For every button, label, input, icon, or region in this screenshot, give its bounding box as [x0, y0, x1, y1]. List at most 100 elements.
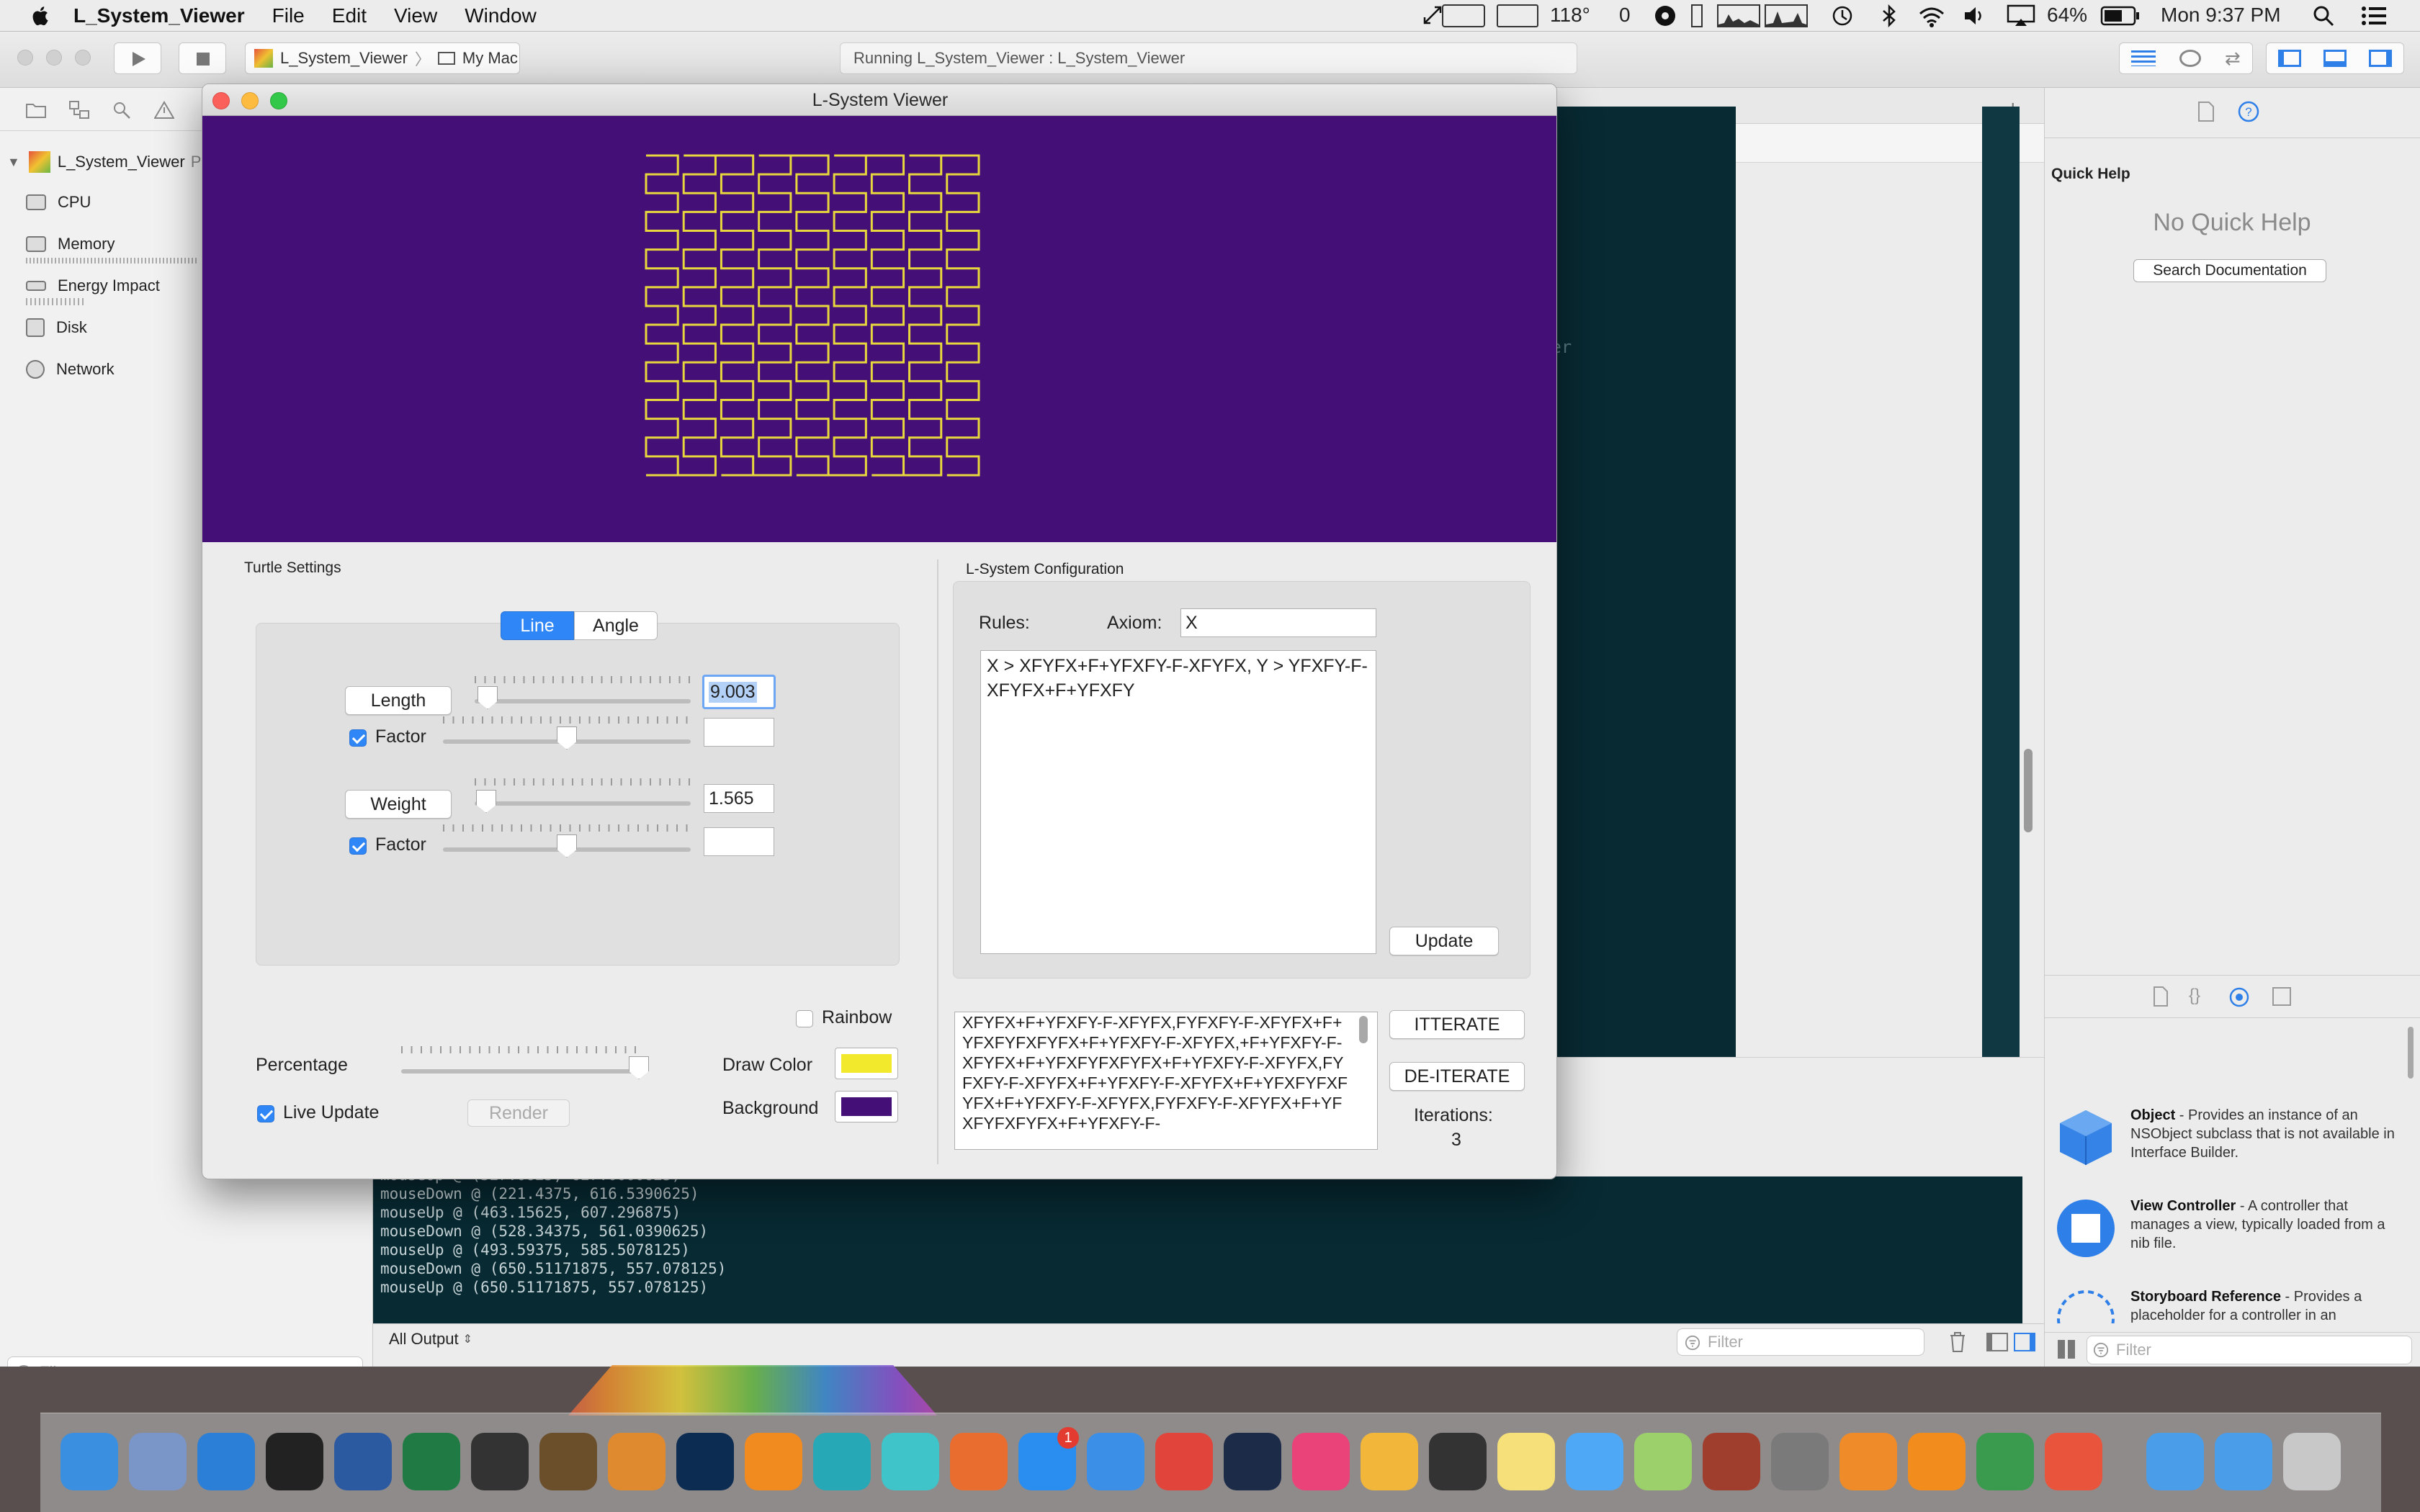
axiom-field[interactable]: X [1180, 608, 1376, 637]
cpu-graph-icon[interactable] [1717, 4, 1760, 27]
standard-editor-icon[interactable] [2131, 50, 2156, 66]
dock-icon-preview[interactable] [129, 1433, 187, 1490]
library-filter-field[interactable]: Filter [2087, 1336, 2412, 1364]
gauge-disk[interactable]: Disk [26, 317, 87, 338]
wifi-icon[interactable] [1917, 6, 1946, 27]
dock-icon-unity[interactable] [471, 1433, 529, 1490]
library-item-view-controller[interactable]: View Controller - A controller that mana… [2051, 1192, 2404, 1282]
grid-view-icon[interactable] [2058, 1340, 2076, 1359]
weight-factor-checkbox[interactable] [349, 837, 367, 855]
stop-button[interactable] [179, 42, 226, 74]
dock-icon-safari[interactable] [1087, 1433, 1144, 1490]
deiterate-button[interactable]: DE-ITERATE [1389, 1062, 1525, 1091]
symbol-icon[interactable] [69, 101, 89, 120]
dock-icon-xcode[interactable] [197, 1433, 255, 1490]
file-template-icon[interactable] [2153, 986, 2169, 1007]
dock-icon-preferences[interactable] [1771, 1433, 1829, 1490]
render-button[interactable]: Render [467, 1099, 570, 1127]
time-machine-icon[interactable] [1831, 4, 1854, 27]
menu-view[interactable]: View [394, 4, 437, 27]
panel-toggle-control[interactable] [2266, 42, 2404, 74]
rules-text-area[interactable]: X > XFYFX+F+YFXFY-F-XFYFX, Y > YFXFY-F-X… [980, 650, 1376, 954]
console-view-toggle-icon[interactable] [2014, 1333, 2035, 1351]
dock-icon-chrome[interactable] [1155, 1433, 1213, 1490]
editor-mode-control[interactable]: ⇄ [2119, 42, 2253, 74]
menu-edit[interactable]: Edit [332, 4, 367, 27]
dock-icon-minecraft[interactable] [539, 1433, 597, 1490]
spotlight-search-icon[interactable] [2312, 4, 2335, 27]
dock-icon-l-system-2[interactable] [2045, 1433, 2102, 1490]
fan-icon[interactable] [1654, 4, 1677, 27]
tab-line[interactable]: Line [501, 611, 574, 640]
temperature-readout[interactable]: 118° [1550, 4, 1590, 27]
airplay-icon[interactable] [2007, 4, 2035, 27]
xcode-zoom-button[interactable] [75, 50, 91, 66]
variables-view-toggle-icon[interactable] [1986, 1333, 2008, 1351]
xcode-close-button[interactable] [17, 50, 33, 66]
tab-angle[interactable]: Angle [574, 611, 658, 640]
output-string-area[interactable]: XFYFX+F+YFXFY-F-XFYFX,FYFXFY-F-XFYFX+F+Y… [954, 1012, 1378, 1150]
memory-bar-icon[interactable] [1691, 4, 1703, 27]
length-button[interactable]: Length [345, 686, 452, 715]
dock-icon-maps[interactable] [1634, 1433, 1692, 1490]
menu-app-name[interactable]: L_System_Viewer [73, 4, 245, 27]
menubar-clock[interactable]: Mon 9:37 PM [2161, 4, 2281, 27]
gauge-memory[interactable]: Memory [26, 233, 115, 255]
xcode-minimize-button[interactable] [46, 50, 62, 66]
find-icon[interactable] [112, 101, 131, 120]
file-inspector-icon[interactable] [2197, 101, 2215, 122]
weight-factor-field[interactable] [704, 827, 774, 856]
dock-icon-disk-diag[interactable] [1429, 1433, 1487, 1490]
percentage-slider-track[interactable] [401, 1069, 643, 1074]
window-icon[interactable] [1497, 4, 1538, 27]
network-graph-icon[interactable] [1765, 4, 1808, 27]
dock-icon-photoshop[interactable] [676, 1433, 734, 1490]
dock-icon-word[interactable] [334, 1433, 392, 1490]
dock-icon-downloads[interactable] [2215, 1433, 2272, 1490]
dock-icon-mudbox[interactable] [882, 1433, 939, 1490]
gauge-cpu[interactable]: CPU [26, 192, 91, 213]
dock-icon-itunes[interactable] [1292, 1433, 1350, 1490]
counter-readout[interactable]: 0 [1619, 4, 1631, 27]
draw-color-well[interactable] [835, 1048, 898, 1079]
dock-icon-applications[interactable] [2146, 1433, 2204, 1490]
dock-icon-photos[interactable] [1361, 1433, 1418, 1490]
trash-icon[interactable] [1949, 1331, 1966, 1353]
project-row[interactable]: ▼ L_System_Viewer P [7, 151, 201, 173]
dock-icon-illustrator[interactable] [745, 1433, 802, 1490]
run-button[interactable] [114, 42, 161, 74]
length-slider-track[interactable] [475, 699, 691, 703]
dock-icon-steam[interactable] [1224, 1433, 1281, 1490]
output-scrollbar-thumb[interactable] [1359, 1016, 1368, 1043]
dock-icon-terminal[interactable] [266, 1433, 323, 1490]
disclosure-triangle-icon[interactable]: ▼ [7, 155, 20, 170]
dock-icon-excel[interactable] [403, 1433, 460, 1490]
dock-icon-maya[interactable] [813, 1433, 871, 1490]
dock-icon-instruments[interactable] [1703, 1433, 1760, 1490]
notification-center-icon[interactable] [2361, 6, 2387, 26]
dock-icon-l-system[interactable] [950, 1433, 1008, 1490]
bluetooth-icon[interactable] [1881, 4, 1897, 27]
background-color-well[interactable] [835, 1091, 898, 1122]
code-snippet-icon[interactable]: {} [2189, 986, 2200, 1006]
volume-icon[interactable] [1963, 6, 1986, 26]
menu-window[interactable]: Window [465, 4, 537, 27]
lsystem-canvas[interactable] [202, 116, 1556, 542]
length-factor-checkbox[interactable] [349, 729, 367, 747]
percentage-slider-knob[interactable] [629, 1056, 649, 1079]
weight-slider-track[interactable] [475, 801, 691, 806]
output-selector[interactable]: All Output ⇕ [389, 1330, 472, 1349]
length-factor-field[interactable] [704, 718, 774, 747]
search-documentation-button[interactable]: Search Documentation [2133, 259, 2326, 282]
apple-icon[interactable] [30, 5, 49, 27]
iterate-button[interactable]: ITTERATE [1389, 1010, 1525, 1039]
length-value-field[interactable]: 9.003 [702, 675, 776, 709]
rainbow-checkbox[interactable] [796, 1010, 813, 1027]
console-filter-field[interactable]: Filter [1677, 1328, 1924, 1356]
dock-icon-vlc[interactable] [1908, 1433, 1966, 1490]
quick-help-icon[interactable]: ? [2238, 101, 2259, 122]
dock-icon-trash[interactable] [2283, 1433, 2341, 1490]
battery-icon[interactable] [2100, 6, 2141, 26]
issue-icon[interactable] [154, 101, 174, 120]
assistant-editor-icon[interactable] [2179, 50, 2202, 67]
